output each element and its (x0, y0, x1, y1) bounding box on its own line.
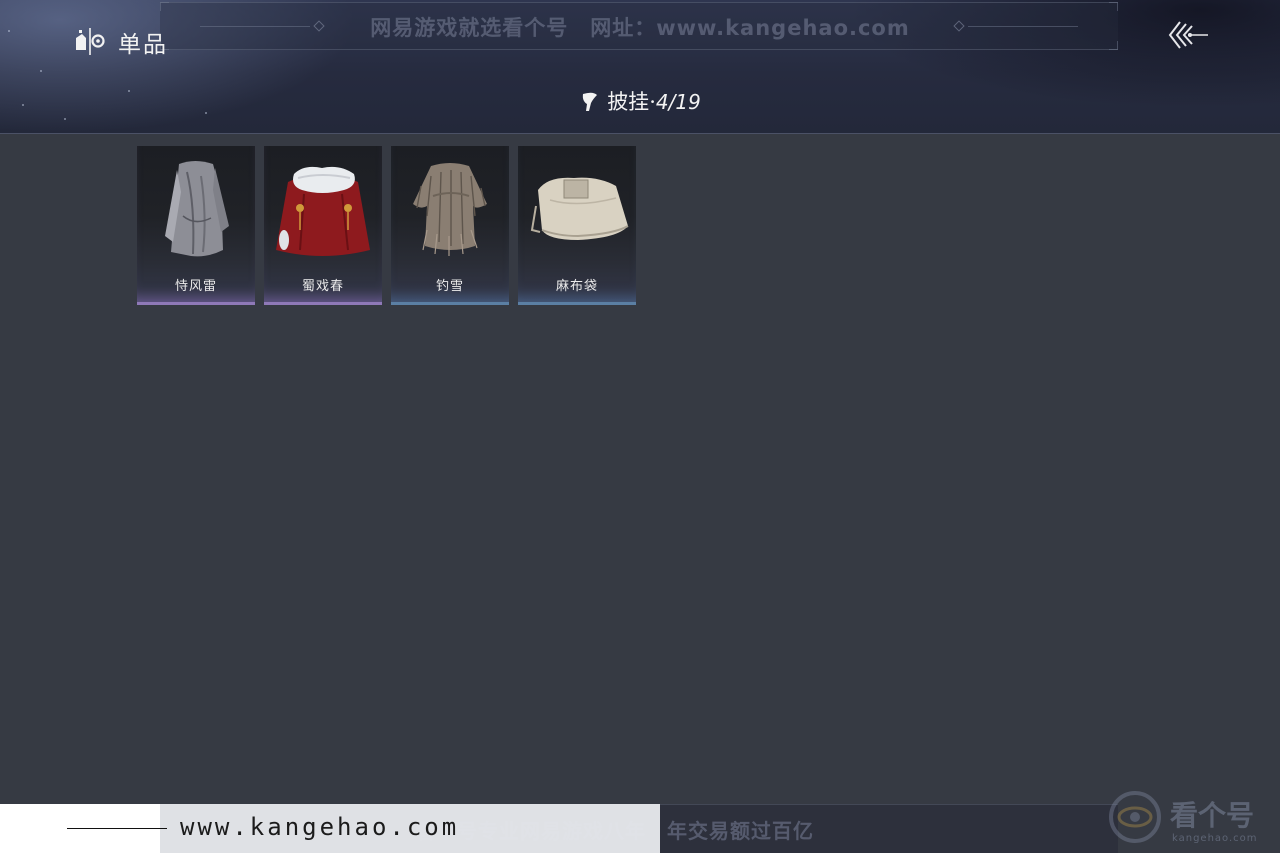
category-separator: · (649, 90, 656, 114)
grey-robe-icon (165, 161, 229, 257)
category-label: 披挂 (607, 90, 650, 114)
item-card[interactable]: 蜀戏春 (264, 146, 382, 305)
star-speck (64, 118, 66, 120)
item-name: 麻布袋 (555, 279, 598, 294)
eye-logo-icon (1109, 791, 1161, 843)
item-name: 蜀戏春 (301, 279, 344, 294)
page-title: 单品 (118, 32, 168, 58)
wardrobe-logo-icon (76, 28, 105, 55)
item-card[interactable]: 钓雪 (391, 146, 509, 305)
red-fur-cape-icon (276, 166, 370, 256)
item-card[interactable]: 麻布袋 (518, 146, 636, 305)
category-count: 4/19 (655, 90, 701, 114)
item-card[interactable]: 恃风雷 (137, 146, 255, 305)
site-url: www.kangehao.com (180, 813, 460, 841)
cape-icon (583, 92, 598, 111)
corner-brand-sub: kangehao.com (1172, 833, 1258, 844)
straw-raincoat-icon (413, 163, 487, 256)
wardrobe-page: 网易游戏就选看个号 网址：www.kangehao.com 单品 披挂·4/19 (0, 0, 1280, 853)
star-speck (40, 70, 42, 72)
header-bar: 网易游戏就选看个号 网址：www.kangehao.com 单品 披挂·4/19 (0, 0, 1280, 134)
watermark-text: 网易游戏就选看个号 网址：www.kangehao.com (370, 16, 910, 40)
category-header: 披挂·4/19 (0, 86, 1280, 116)
frame-corner (160, 2, 169, 11)
frame-corner (1109, 2, 1118, 11)
item-name: 恃风雷 (174, 279, 217, 294)
frame-corner (1109, 41, 1118, 50)
item-name: 钓雪 (435, 279, 464, 294)
burlap-sack-icon (530, 177, 629, 240)
url-divider-line (67, 828, 167, 829)
triple-arrow-back-icon[interactable] (1166, 18, 1210, 52)
corner-brand: 看个号 (1170, 799, 1255, 832)
